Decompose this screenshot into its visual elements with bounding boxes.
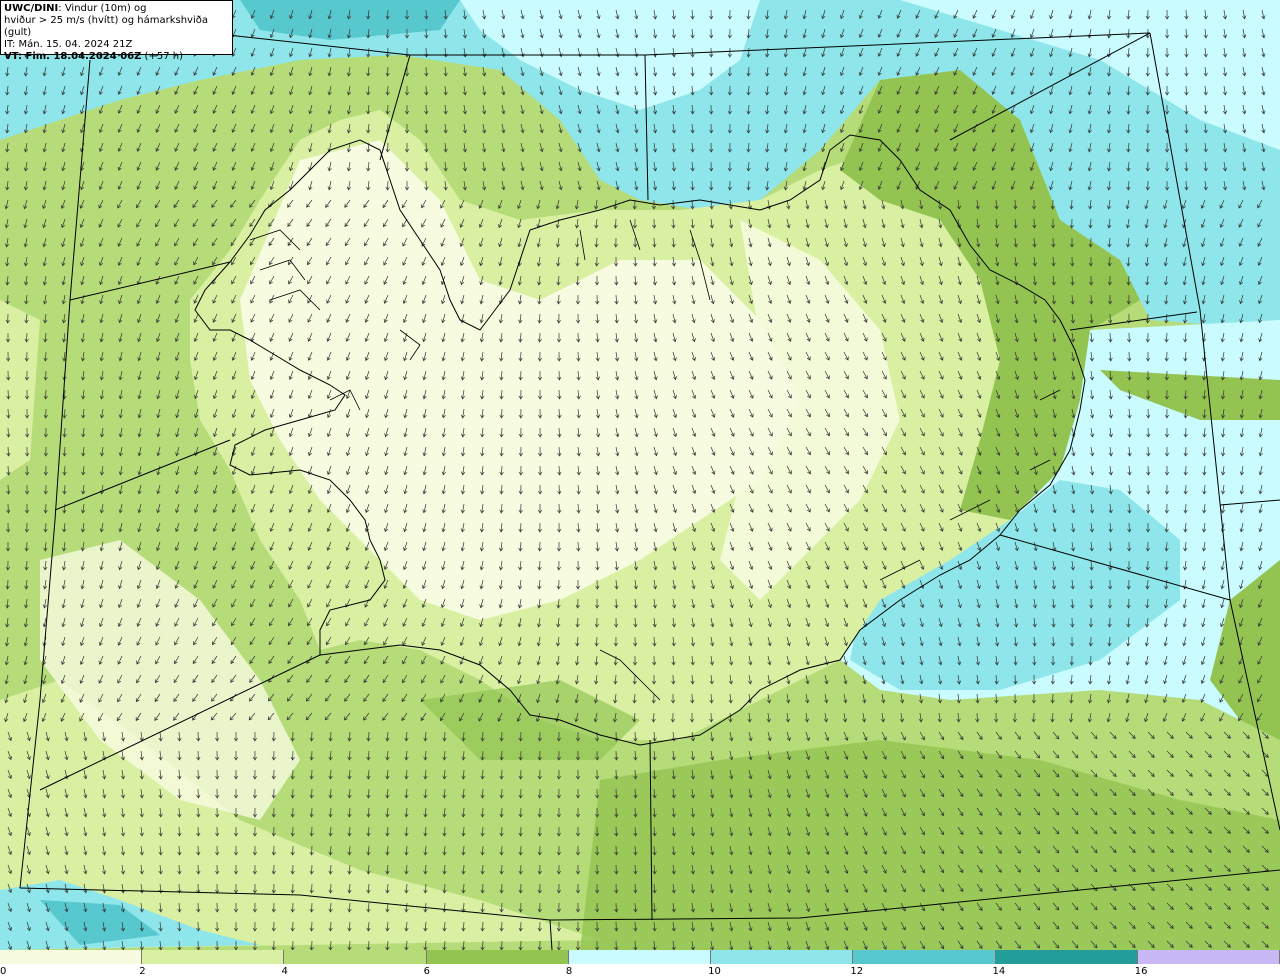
colorbar-segment <box>284 950 427 964</box>
colorbar-legend: 0 2 4 6 8 10 12 14 16 <box>0 950 1280 978</box>
colorbar-segment <box>1137 950 1280 964</box>
title-line1: : Vindur (10m) og <box>58 3 147 14</box>
colorbar-segment <box>711 950 854 964</box>
forecast-offset: (+57 h) <box>141 51 183 62</box>
colorbar-tick-label: 6 <box>423 966 431 977</box>
colorbar-tick-label: 16 <box>1134 966 1148 977</box>
colorbar-segment <box>568 950 712 964</box>
colorbar-segment <box>426 950 569 964</box>
colorbar-tick-label: 0 <box>0 966 7 977</box>
colorbar-tick-label: 14 <box>992 966 1006 977</box>
valid-time: VT: Fim. 18.04.2024 06Z <box>4 51 142 62</box>
wind-map <box>0 0 1280 950</box>
colorbar-segment <box>995 950 1138 964</box>
colorbar-tick-label: 2 <box>139 966 146 977</box>
colorbar-segment <box>0 950 143 964</box>
initial-time: IT: Mán. 15. 04. 2024 21Z <box>4 39 133 50</box>
colorbar-tick-label: 12 <box>850 966 864 977</box>
colorbar-segment <box>142 950 285 964</box>
colorbar-tick-label: 8 <box>565 966 573 977</box>
model-name: UWC/DINI <box>4 3 59 14</box>
title-line2: hviður > 25 m/s (hvítt) og hámarkshviða … <box>4 15 208 38</box>
colorbar-tick-label: 4 <box>281 966 288 977</box>
map-info-box: UWC/DINI: Vindur (10m) og hviður > 25 m/… <box>0 0 233 62</box>
colorbar-tick-label: 10 <box>708 966 721 977</box>
colorbar-segment <box>853 950 996 964</box>
